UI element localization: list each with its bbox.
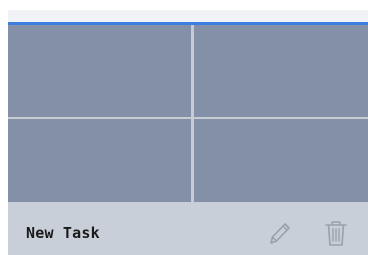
task-card-page: New Task [0,0,368,255]
trash-icon [323,218,349,248]
grid-tile-top-left [8,25,191,117]
top-strip [8,10,368,22]
grid-tile-top-right [194,25,368,117]
grid-tile-bottom-right [194,119,368,202]
edit-button[interactable] [263,216,297,250]
task-bar: New Task [8,202,368,255]
delete-button[interactable] [319,216,353,250]
grid-tile-bottom-left [8,119,191,202]
thumbnail-grid [8,25,368,202]
pencil-icon [267,219,293,247]
task-name: New Task [26,224,100,242]
